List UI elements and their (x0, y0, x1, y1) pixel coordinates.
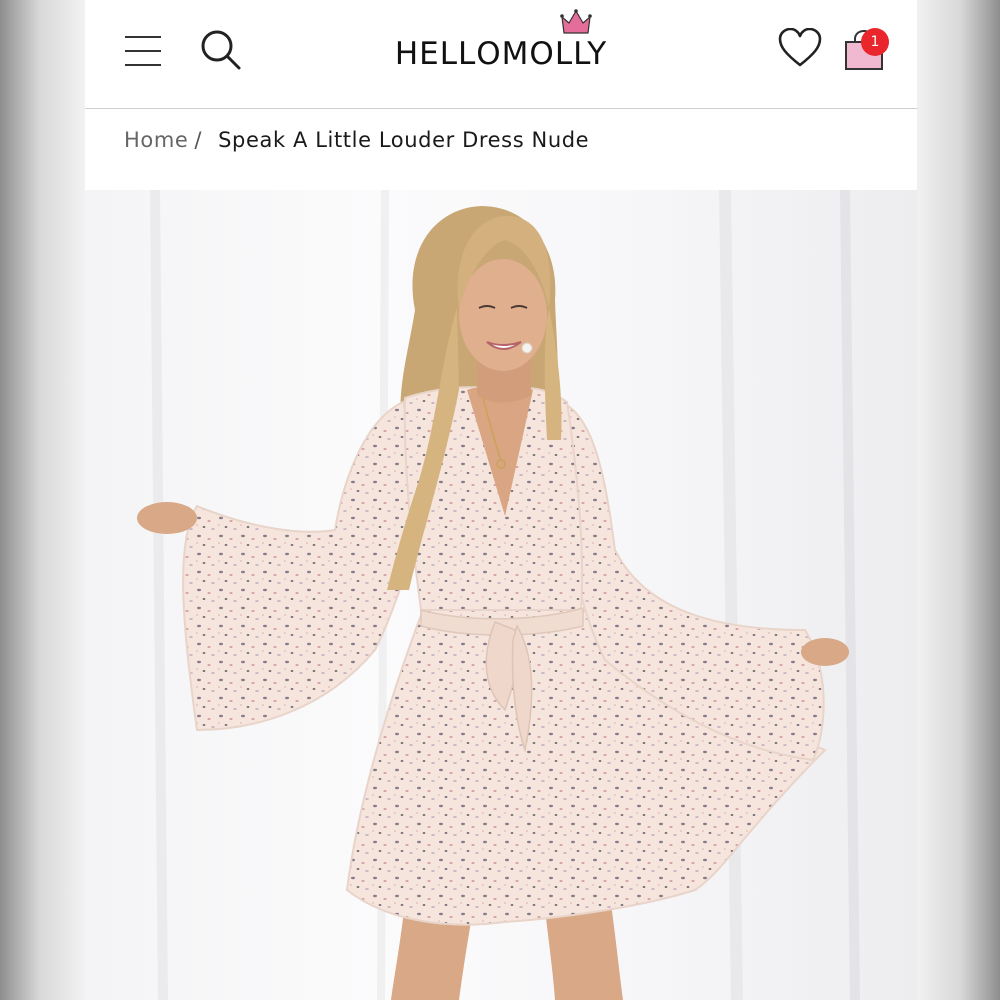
logo-crowned-letter: O (476, 9, 593, 72)
brand-logo[interactable]: HELL OMOLLY (383, 9, 619, 76)
logo-text-left: HELL (394, 36, 477, 72)
breadcrumb: Home / Speak A Little Louder Dress Nude (124, 128, 589, 156)
cart-count-badge: 1 (861, 28, 889, 56)
breadcrumb-current-page: Speak A Little Louder Dress Nude (218, 128, 590, 152)
hamburger-menu-icon[interactable] (123, 34, 163, 68)
product-image[interactable] (85, 190, 917, 1000)
logo-text-mid: O (476, 36, 502, 72)
breadcrumb-home-link[interactable]: Home (124, 128, 188, 152)
phone-frame: HELL OMOLLY 1 Home / Speak A Little Louder… (85, 0, 917, 1000)
heart-icon[interactable] (778, 28, 822, 68)
product-photo-illustration (137, 190, 860, 1000)
breadcrumb-separator: / (194, 128, 203, 152)
search-icon[interactable] (199, 28, 243, 72)
crown-icon (560, 9, 593, 34)
logo-text-right: MOLLY (501, 36, 608, 72)
site-header: HELL OMOLLY 1 (85, 0, 917, 109)
